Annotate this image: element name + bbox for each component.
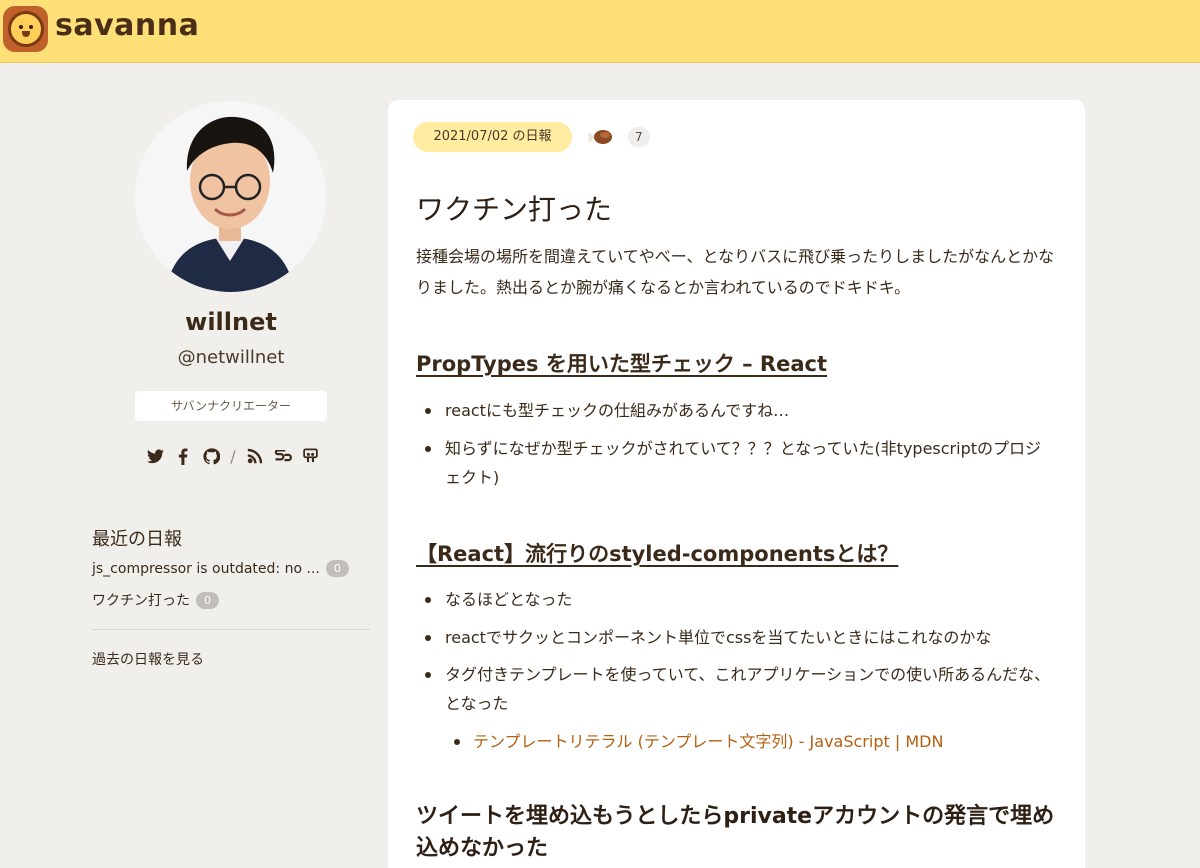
slideshare-icon[interactable] <box>302 447 320 465</box>
avatar[interactable] <box>135 101 326 292</box>
recent-report-item[interactable]: js_compressor is outdated: no ... 0 <box>92 560 349 577</box>
comment-count-badge: 0 <box>325 560 349 577</box>
report-date-badge: 2021/07/02 の日報 <box>413 122 572 152</box>
role-badge: サバンナクリエーター <box>135 391 327 421</box>
blog-icon[interactable] <box>246 447 264 465</box>
user-handle: @netwillnet <box>177 347 285 368</box>
list-item: 知らずになぜか型チェックがされていて？？？となっていた(非typescriptの… <box>425 434 1055 492</box>
recent-report-title: js_compressor is outdated: no ... <box>92 560 320 577</box>
meat-icon[interactable] <box>588 126 614 146</box>
report-lead-text: 接種会場の場所を間違えていてやべー、となりバスに飛び乗ったりしましたがなんとかな… <box>416 247 1055 297</box>
mdn-link[interactable]: テンプレートリテラル (テンプレート文字列) - JavaScript | MD… <box>453 727 943 756</box>
app-header: savanna <box>0 0 1200 63</box>
lion-logo-icon[interactable] <box>3 6 48 52</box>
avatar-portrait <box>135 101 326 292</box>
past-reports-link[interactable]: 過去の日報を見る <box>92 649 204 669</box>
recent-report-title: ワクチン打った <box>92 593 190 609</box>
sidebar-divider <box>92 629 370 630</box>
report-title: ワクチン打った <box>416 193 613 226</box>
list-item: reactにも型チェックの仕組みがあるんですね… <box>425 396 1055 425</box>
list-item: なるほどとなった <box>425 585 1055 614</box>
recent-reports-title: 最近の日報 <box>92 529 182 550</box>
section-heading: ツイートを埋め込もうとしたらprivateアカウントの発言で埋め込めなかった <box>416 804 1055 861</box>
recent-report-item[interactable]: ワクチン打った 0 <box>92 590 219 610</box>
github-icon[interactable] <box>202 447 220 465</box>
social-links: / <box>138 443 328 469</box>
section-heading-link[interactable]: PropTypes を用いた型チェック – React <box>416 348 827 378</box>
comment-count-badge: 0 <box>196 591 219 609</box>
twitter-icon[interactable] <box>146 447 164 465</box>
brand-name[interactable]: savanna <box>55 8 199 43</box>
reaction-count: 7 <box>628 127 650 147</box>
section-heading-link[interactable]: 【React】流行りのstyled-componentsとは？ <box>416 538 898 568</box>
user-name: willnet <box>185 308 277 336</box>
list-item: タグ付きテンプレートを使っていて、これアプリケーションでの使い所あるんだな、とな… <box>425 660 1055 718</box>
speakerdeck-icon[interactable] <box>274 447 292 465</box>
list-item: reactでサクッとコンポーネント単位でcssを当てたいときにはこれなのかな <box>425 623 1055 652</box>
separator-slash: / <box>230 446 236 466</box>
facebook-icon[interactable] <box>174 447 192 465</box>
